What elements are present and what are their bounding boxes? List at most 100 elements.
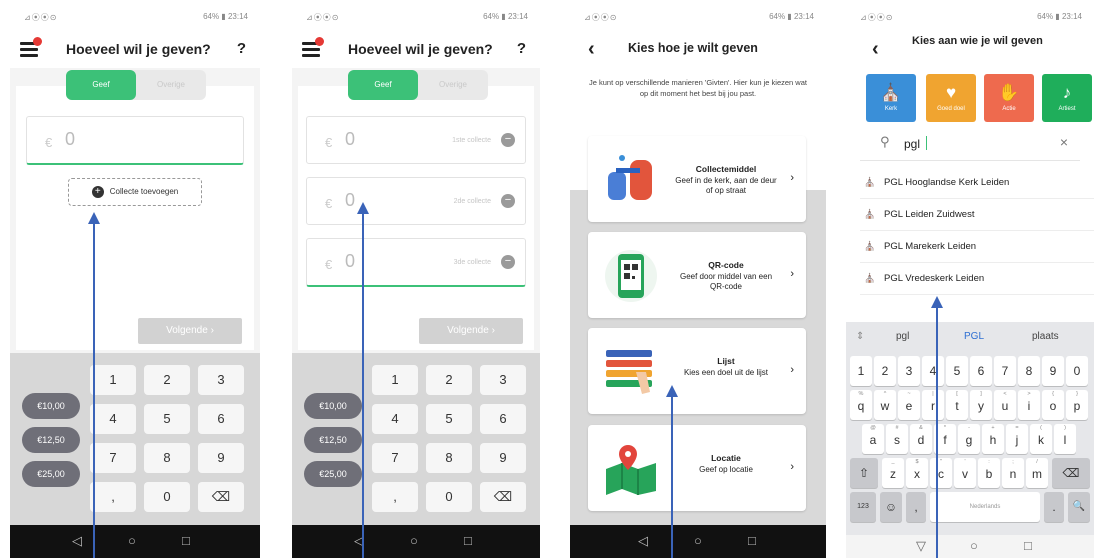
home-nav-icon[interactable]: ○	[970, 538, 978, 553]
shift-icon[interactable]: ⇧	[850, 458, 878, 488]
tab-give[interactable]: Geef	[348, 70, 418, 100]
back-icon[interactable]: ‹	[588, 38, 595, 61]
method-card-lijst[interactable]: Lijst Kies een doel uit de lijst ›	[588, 328, 806, 414]
key-0[interactable]: 0	[144, 482, 190, 512]
result-item[interactable]: ⛪ PGL Leiden Zuidwest	[860, 199, 1094, 231]
key-comma[interactable]: ,	[90, 482, 136, 512]
quick-amount-chip[interactable]: €12,50	[304, 427, 362, 453]
quick-amount-chip[interactable]: €25,00	[304, 461, 362, 487]
key-2[interactable]: 2	[426, 365, 472, 395]
category-actie[interactable]: ✋ Actie	[984, 74, 1034, 122]
key-1[interactable]: 1	[850, 356, 872, 386]
result-item[interactable]: ⛪ PGL Marekerk Leiden	[860, 231, 1094, 263]
key-j[interactable]: = j	[1006, 424, 1028, 454]
search-key-icon[interactable]: 🔍	[1068, 492, 1090, 522]
remove-collection-icon[interactable]: −	[501, 133, 515, 147]
quick-amount-chip[interactable]: €12,50	[22, 427, 80, 453]
back-nav-icon[interactable]: ◁	[638, 533, 648, 549]
collection-amount-input[interactable]: € 0 2de collecte −	[306, 177, 526, 225]
quick-amount-chip[interactable]: €10,00	[22, 393, 80, 419]
category-goed-doel[interactable]: ♥ Goed doel	[926, 74, 976, 122]
key-s[interactable]: # s	[886, 424, 908, 454]
tab-give[interactable]: Geef	[66, 70, 136, 100]
add-collection-button[interactable]: + Collecte toevoegen	[68, 178, 202, 206]
suggestion-item[interactable]: pgl	[896, 331, 909, 342]
recents-nav-icon[interactable]: □	[464, 533, 472, 548]
key-8[interactable]: 8	[1018, 356, 1040, 386]
key-y[interactable]: ] y	[970, 390, 992, 420]
recents-nav-icon[interactable]: □	[748, 533, 756, 548]
result-item[interactable]: ⛪ PGL Hooglandse Kerk Leiden	[860, 167, 1094, 199]
key-0[interactable]: 0	[426, 482, 472, 512]
search-input[interactable]: ⚲ pgl ×	[860, 128, 1080, 161]
help-icon[interactable]: ?	[237, 40, 246, 57]
key-5[interactable]: 5	[144, 404, 190, 434]
key-comma[interactable]: ,	[906, 492, 926, 522]
suggestion-toggle-icon[interactable]: ⇕	[856, 331, 864, 342]
backspace-icon[interactable]: ⌫	[480, 482, 526, 512]
suggestion-item[interactable]: plaats	[1032, 331, 1059, 342]
backspace-icon[interactable]: ⌫	[1052, 458, 1090, 488]
next-button[interactable]: Volgende ›	[138, 318, 242, 344]
key-e[interactable]: ~ e	[898, 390, 920, 420]
key-g[interactable]: -g	[958, 424, 980, 454]
key-7[interactable]: 7	[372, 443, 418, 473]
key-o[interactable]: {o	[1042, 390, 1064, 420]
collection-amount-input[interactable]: € 0 3de collecte −	[306, 238, 526, 287]
key-b[interactable]: :b	[978, 458, 1000, 488]
space-bar[interactable]: Nederlands	[930, 492, 1040, 522]
key-3[interactable]: 3	[480, 365, 526, 395]
menu-icon[interactable]	[302, 37, 324, 57]
home-nav-icon[interactable]: ○	[410, 533, 418, 548]
key-2[interactable]: 2	[144, 365, 190, 395]
key-k[interactable]: (k	[1030, 424, 1052, 454]
key-7[interactable]: 7	[90, 443, 136, 473]
quick-amount-chip[interactable]: €25,00	[22, 461, 80, 487]
result-item[interactable]: ⛪ PGL Vredeskerk Leiden	[860, 263, 1094, 295]
help-icon[interactable]: ?	[517, 40, 526, 57]
symbols-key[interactable]: 123	[850, 492, 876, 522]
key-6[interactable]: 6	[198, 404, 244, 434]
key-comma[interactable]: ,	[372, 482, 418, 512]
back-nav-icon[interactable]: ▽	[916, 538, 926, 554]
tab-other[interactable]: Overige	[136, 70, 206, 100]
key-6[interactable]: 6	[970, 356, 992, 386]
back-icon[interactable]: ‹	[872, 38, 879, 61]
home-nav-icon[interactable]: ○	[694, 533, 702, 548]
key-5[interactable]: 5	[946, 356, 968, 386]
category-kerk[interactable]: ⛪ Kerk	[866, 74, 916, 122]
key-q[interactable]: % q	[850, 390, 872, 420]
key-4[interactable]: 4	[922, 356, 944, 386]
key-7[interactable]: 7	[994, 356, 1016, 386]
key-4[interactable]: 4	[372, 404, 418, 434]
key-c[interactable]: " c	[930, 458, 952, 488]
key-n[interactable]: ; n	[1002, 458, 1024, 488]
key-8[interactable]: 8	[426, 443, 472, 473]
key-4[interactable]: 4	[90, 404, 136, 434]
next-button[interactable]: Volgende ›	[419, 318, 523, 344]
key-5[interactable]: 5	[426, 404, 472, 434]
key-l[interactable]: ) l	[1054, 424, 1076, 454]
key-1[interactable]: 1	[372, 365, 418, 395]
key-i[interactable]: > i	[1018, 390, 1040, 420]
back-nav-icon[interactable]: ◁	[72, 533, 82, 549]
recents-nav-icon[interactable]: □	[182, 533, 190, 548]
menu-icon[interactable]	[20, 37, 42, 57]
key-9[interactable]: 9	[480, 443, 526, 473]
home-nav-icon[interactable]: ○	[128, 533, 136, 548]
key-2[interactable]: 2	[874, 356, 896, 386]
key-9[interactable]: 9	[198, 443, 244, 473]
key-d[interactable]: & d	[910, 424, 932, 454]
key-p[interactable]: } p	[1066, 390, 1088, 420]
key-w[interactable]: ^ w	[874, 390, 896, 420]
method-card-locatie[interactable]: Locatie Geef op locatie ›	[588, 425, 806, 511]
suggestion-item[interactable]: PGL	[964, 331, 984, 342]
key-v[interactable]: ' v	[954, 458, 976, 488]
remove-collection-icon[interactable]: −	[501, 255, 515, 269]
key-h[interactable]: + h	[982, 424, 1004, 454]
method-card-collectemiddel[interactable]: Collectemiddel Geef in de kerk, aan de d…	[588, 136, 806, 222]
key-8[interactable]: 8	[144, 443, 190, 473]
method-card-qr-code[interactable]: QR-code Geef door middel van een QR-code…	[588, 232, 806, 318]
key-period[interactable]: .	[1044, 492, 1064, 522]
amount-input[interactable]: € 0	[26, 116, 244, 165]
